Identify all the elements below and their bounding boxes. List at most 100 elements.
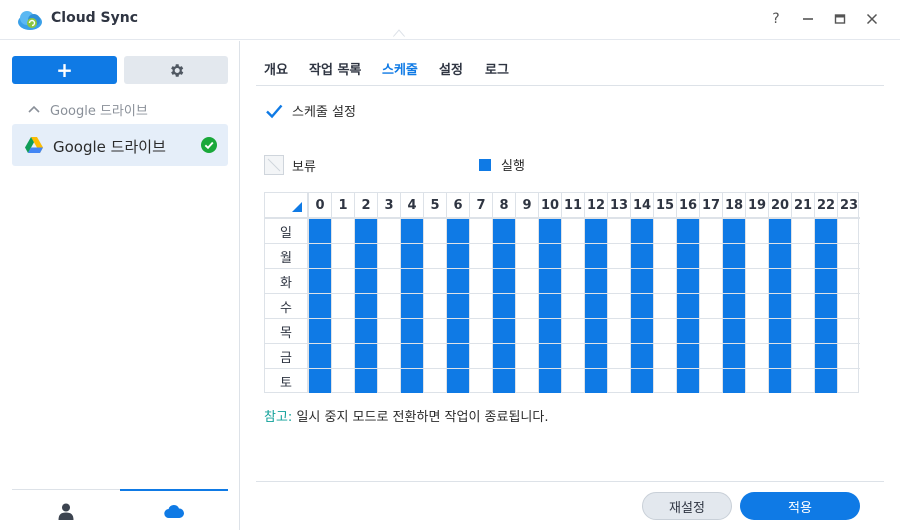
schedule-cell-run[interactable] — [676, 368, 699, 393]
day-header[interactable]: 화 — [265, 268, 308, 293]
schedule-cell-pause[interactable] — [653, 218, 676, 243]
schedule-cell-pause[interactable] — [469, 343, 492, 368]
schedule-cell-pause[interactable] — [653, 268, 676, 293]
tab-schedule[interactable]: 스케줄 — [382, 59, 418, 78]
schedule-cell-pause[interactable] — [515, 343, 538, 368]
connection-item-google-drive[interactable]: Google 드라이브 — [12, 124, 228, 166]
schedule-cell-pause[interactable] — [653, 318, 676, 343]
reset-button[interactable]: 재설정 — [642, 492, 732, 520]
schedule-cell-run[interactable] — [446, 318, 469, 343]
schedule-cell-run[interactable] — [814, 293, 837, 318]
schedule-cell-run[interactable] — [768, 343, 791, 368]
schedule-cell-run[interactable] — [676, 318, 699, 343]
hour-header[interactable]: 17 — [699, 193, 722, 218]
schedule-cell-run[interactable] — [354, 218, 377, 243]
schedule-cell-run[interactable] — [814, 243, 837, 268]
schedule-cell-run[interactable] — [492, 343, 515, 368]
schedule-cell-pause[interactable] — [561, 243, 584, 268]
schedule-cell-run[interactable] — [400, 293, 423, 318]
schedule-cell-pause[interactable] — [561, 293, 584, 318]
hour-header[interactable]: 15 — [653, 193, 676, 218]
settings-button[interactable] — [124, 56, 228, 84]
schedule-cell-pause[interactable] — [515, 368, 538, 393]
schedule-cell-pause[interactable] — [699, 218, 722, 243]
tab-cloud[interactable] — [120, 489, 228, 530]
schedule-cell-pause[interactable] — [745, 368, 768, 393]
schedule-cell-run[interactable] — [308, 268, 331, 293]
schedule-cell-pause[interactable] — [791, 343, 814, 368]
schedule-cell-pause[interactable] — [331, 343, 354, 368]
legend-pause[interactable]: 보류 — [264, 155, 316, 175]
schedule-cell-run[interactable] — [584, 368, 607, 393]
schedule-cell-pause[interactable] — [331, 368, 354, 393]
schedule-cell-run[interactable] — [768, 318, 791, 343]
schedule-cell-run[interactable] — [354, 293, 377, 318]
schedule-cell-run[interactable] — [354, 243, 377, 268]
schedule-cell-pause[interactable] — [837, 268, 860, 293]
schedule-cell-pause[interactable] — [331, 318, 354, 343]
hour-header[interactable]: 5 — [423, 193, 446, 218]
schedule-cell-run[interactable] — [492, 268, 515, 293]
schedule-cell-pause[interactable] — [699, 268, 722, 293]
schedule-cell-run[interactable] — [722, 243, 745, 268]
hour-header[interactable]: 0 — [308, 193, 331, 218]
schedule-cell-pause[interactable] — [469, 243, 492, 268]
hour-header[interactable]: 18 — [722, 193, 745, 218]
schedule-cell-run[interactable] — [584, 268, 607, 293]
hour-header[interactable]: 9 — [515, 193, 538, 218]
google-drive-group-header[interactable]: Google 드라이브 — [28, 100, 148, 119]
schedule-cell-run[interactable] — [768, 268, 791, 293]
schedule-cell-run[interactable] — [814, 368, 837, 393]
schedule-cell-run[interactable] — [768, 218, 791, 243]
hour-header[interactable]: 19 — [745, 193, 768, 218]
schedule-cell-pause[interactable] — [469, 368, 492, 393]
schedule-cell-run[interactable] — [676, 218, 699, 243]
schedule-cell-run[interactable] — [400, 318, 423, 343]
schedule-cell-run[interactable] — [492, 318, 515, 343]
schedule-cell-run[interactable] — [446, 293, 469, 318]
schedule-cell-pause[interactable] — [837, 218, 860, 243]
add-connection-button[interactable]: + — [12, 56, 117, 84]
schedule-cell-run[interactable] — [584, 318, 607, 343]
grid-corner-select-all[interactable] — [265, 193, 308, 218]
schedule-cell-pause[interactable] — [515, 243, 538, 268]
schedule-cell-pause[interactable] — [377, 318, 400, 343]
schedule-cell-run[interactable] — [814, 318, 837, 343]
schedule-cell-pause[interactable] — [561, 343, 584, 368]
hour-header[interactable]: 20 — [768, 193, 791, 218]
schedule-cell-run[interactable] — [400, 343, 423, 368]
schedule-cell-pause[interactable] — [423, 243, 446, 268]
schedule-cell-run[interactable] — [630, 343, 653, 368]
hour-header[interactable]: 7 — [469, 193, 492, 218]
schedule-cell-pause[interactable] — [515, 293, 538, 318]
schedule-cell-pause[interactable] — [331, 293, 354, 318]
schedule-cell-run[interactable] — [308, 293, 331, 318]
schedule-cell-run[interactable] — [538, 368, 561, 393]
day-header[interactable]: 수 — [265, 293, 308, 318]
schedule-cell-run[interactable] — [400, 218, 423, 243]
schedule-cell-run[interactable] — [308, 218, 331, 243]
schedule-cell-pause[interactable] — [745, 293, 768, 318]
schedule-cell-pause[interactable] — [699, 343, 722, 368]
schedule-cell-run[interactable] — [722, 218, 745, 243]
schedule-cell-pause[interactable] — [653, 343, 676, 368]
schedule-cell-run[interactable] — [446, 343, 469, 368]
schedule-cell-run[interactable] — [492, 243, 515, 268]
enable-schedule-checkbox[interactable]: 스케줄 설정 — [265, 101, 356, 120]
hour-header[interactable]: 11 — [561, 193, 584, 218]
schedule-cell-run[interactable] — [584, 343, 607, 368]
schedule-cell-pause[interactable] — [745, 268, 768, 293]
schedule-cell-pause[interactable] — [515, 268, 538, 293]
schedule-cell-pause[interactable] — [331, 268, 354, 293]
schedule-cell-run[interactable] — [492, 293, 515, 318]
schedule-cell-run[interactable] — [722, 268, 745, 293]
tab-user[interactable] — [12, 490, 120, 530]
schedule-cell-run[interactable] — [676, 268, 699, 293]
help-button[interactable]: ? — [765, 8, 787, 30]
schedule-cell-run[interactable] — [446, 243, 469, 268]
schedule-cell-pause[interactable] — [607, 343, 630, 368]
schedule-cell-pause[interactable] — [837, 243, 860, 268]
schedule-cell-run[interactable] — [814, 343, 837, 368]
schedule-cell-pause[interactable] — [331, 243, 354, 268]
schedule-cell-pause[interactable] — [791, 318, 814, 343]
